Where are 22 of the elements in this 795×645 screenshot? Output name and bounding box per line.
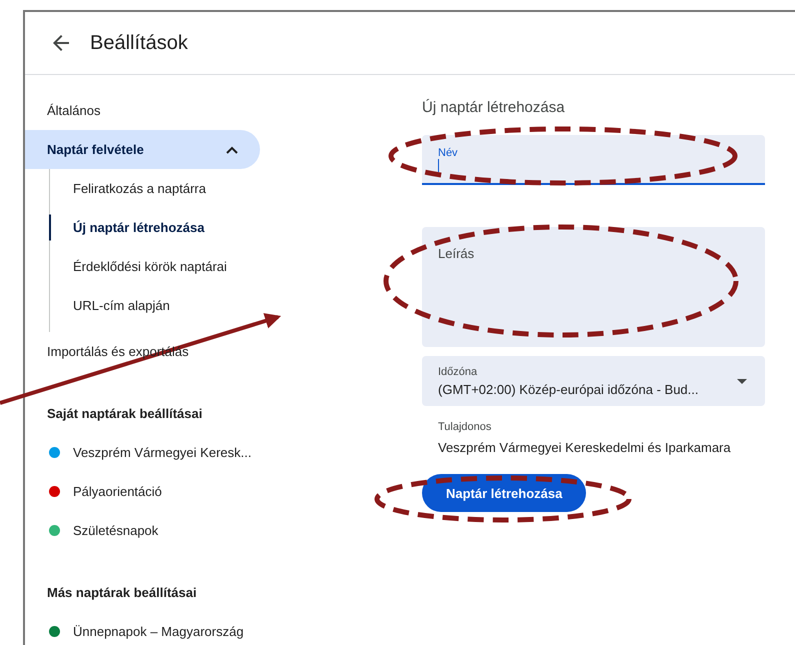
create-calendar-button[interactable]: Naptár létrehozása — [422, 474, 586, 512]
nav-item[interactable]: Általános — [25, 91, 260, 130]
nav-item[interactable]: Naptár felvétele — [25, 130, 260, 169]
nav-subitem[interactable]: Érdeklődési körök naptárai — [49, 247, 260, 286]
nav-subitem[interactable]: Új naptár létrehozása — [49, 208, 260, 247]
calendar-name[interactable]: Születésnapok — [73, 523, 158, 538]
owner-name: Veszprém Vármegyei Kereskedelmi és Iparkamara — [437, 440, 732, 455]
section-heading: Saját naptárak beállításai — [46, 405, 204, 423]
calendar-name[interactable]: Ünnepnapok – Magyarország — [73, 624, 244, 639]
chevron-icon — [226, 146, 238, 154]
calendar-name[interactable]: Veszprém Vármegyei Keresk... — [73, 445, 252, 460]
owner-label: Tulajdonos — [437, 420, 492, 434]
nav-subitem[interactable]: URL-cím alapján — [49, 286, 260, 325]
calendar-name[interactable]: Pályaorientáció — [73, 484, 162, 499]
form-title: Új naptár létrehozása — [422, 98, 566, 118]
page-title: Beállítások — [90, 32, 188, 54]
timezone-dropdown[interactable]: Időzóna (GMT+02:00) Közép-európai időzóna - Bud... — [422, 356, 765, 406]
description-field[interactable]: Leírás — [422, 227, 765, 347]
name-field[interactable]: Név — [422, 135, 765, 185]
nav-subitem[interactable]: Feliratkozás a naptárra — [49, 169, 260, 208]
section-heading: Más naptárak beállításai — [46, 584, 198, 602]
dropdown-caret-icon — [737, 378, 747, 384]
